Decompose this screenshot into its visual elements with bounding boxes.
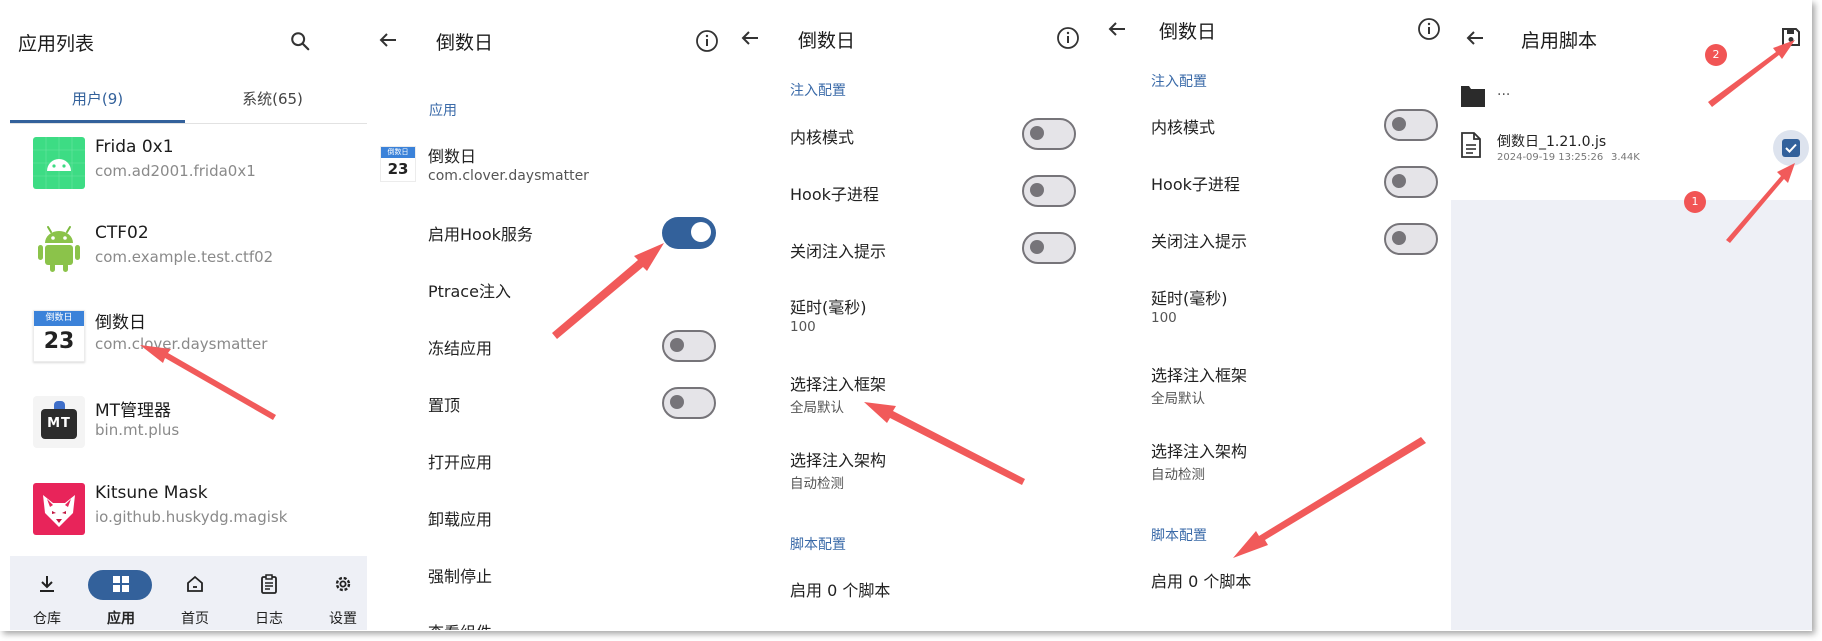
annotation-badge-1: 1 (1684, 191, 1706, 213)
screenshot-frame: 应用列表 用户(9) 系统(65) Frida 0x1 com.ad2001.f… (0, 0, 1812, 631)
annotation-arrow (1233, 437, 1426, 558)
annotation-arrow (140, 345, 276, 420)
annotation-overlay (140, 40, 1795, 558)
annotation-arrow (864, 402, 1025, 485)
annotation-arrow (1726, 163, 1795, 243)
annotation-badge-2: 2 (1705, 44, 1727, 66)
annotation-arrow (552, 243, 664, 339)
